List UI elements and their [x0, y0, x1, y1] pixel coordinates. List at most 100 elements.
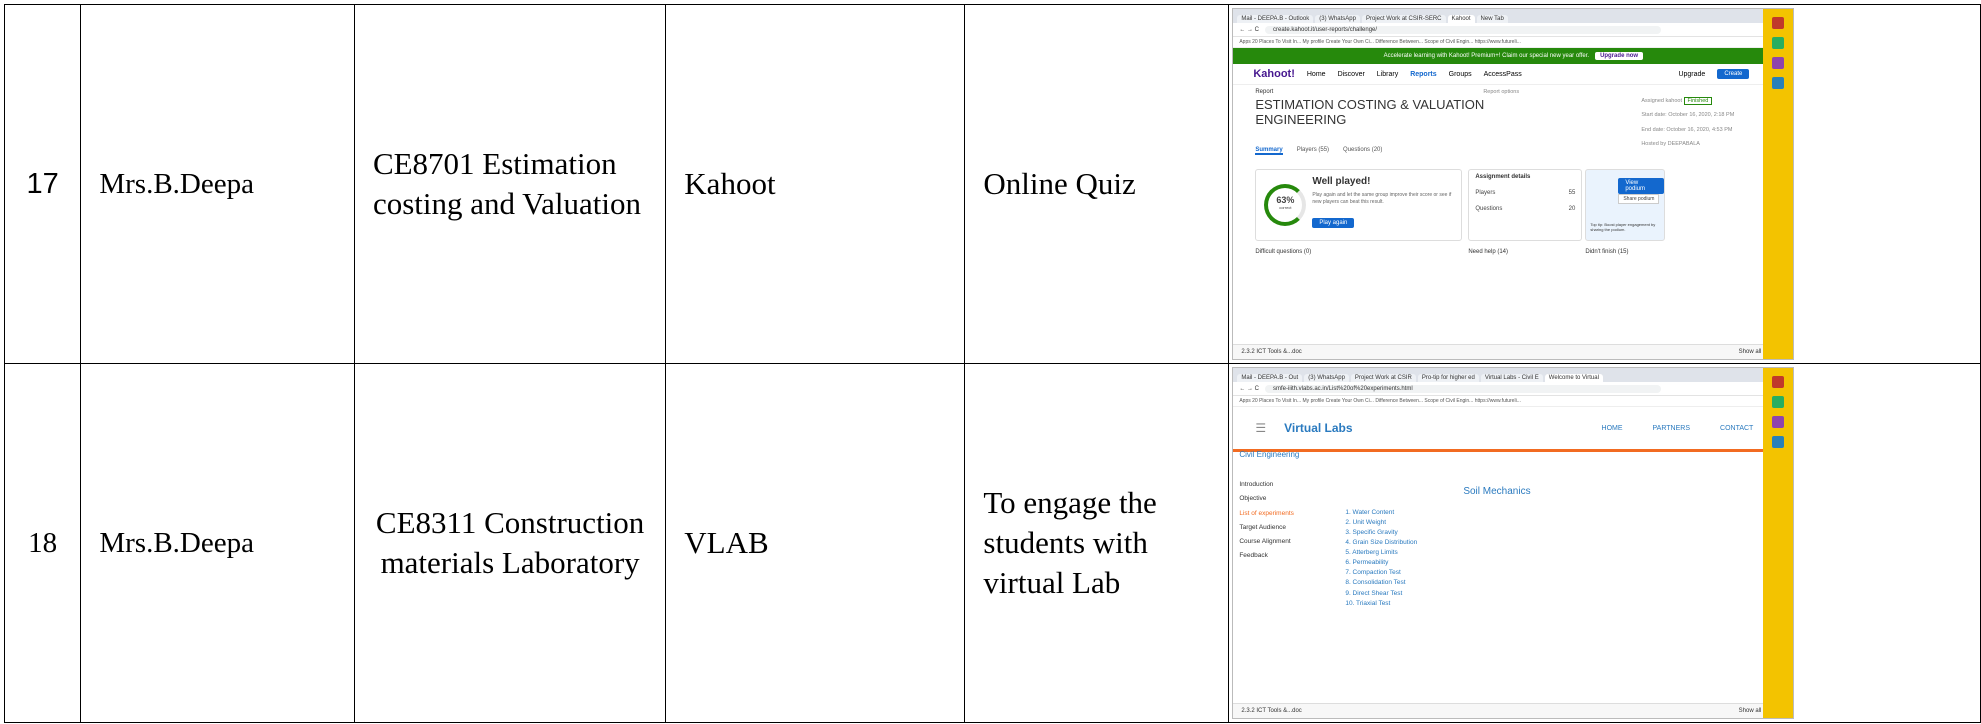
nav-groups: Groups	[1448, 70, 1472, 78]
tab-summary: Summary	[1255, 147, 1283, 155]
nav-home: Home	[1306, 70, 1326, 78]
app-icon	[1772, 77, 1785, 89]
play-again-button: Play again	[1312, 218, 1355, 228]
method: To engage the students with virtual Lab	[964, 363, 1230, 723]
lab-heading: Soil Mechanics	[1463, 486, 1531, 497]
browser-tab: Project Work at CSIR	[1350, 374, 1416, 382]
menu-item: Introduction	[1239, 481, 1274, 488]
end-date: End date: October 16, 2020, 4:53 PM	[1641, 126, 1733, 133]
nav-partners: PARTNERS	[1652, 424, 1691, 432]
download-file: 2.3.2 ICT Tools &...doc	[1241, 349, 1302, 355]
nav-library: Library	[1376, 70, 1399, 78]
app-icon	[1772, 376, 1785, 388]
report-label: Report	[1255, 89, 1274, 95]
faculty-name: Mrs.B.Deepa	[80, 363, 355, 723]
course-name: CE8701 Estimation costing and Valuation	[353, 4, 667, 364]
course-name: CE8311 Construction materials Laboratory	[353, 363, 667, 723]
view-podium-button: View podium	[1618, 178, 1665, 194]
difficult-questions: Difficult questions (0)	[1255, 249, 1312, 255]
browser-tab: (3) WhatsApp	[1315, 15, 1360, 23]
browser-tab: Virtual Labs - Civil E	[1480, 374, 1543, 382]
browser-tab: New Tab	[1476, 15, 1508, 23]
summary-card: 63% correct Well played! Play again and …	[1255, 169, 1463, 241]
report-title: ESTIMATION COSTING & VALUATION ENGINEERI…	[1255, 97, 1485, 127]
menu-item: Objective	[1239, 495, 1267, 503]
browser-tab: (3) WhatsApp	[1304, 374, 1349, 382]
table-row: 18 Mrs.B.Deepa CE8311 Construction mater…	[3, 363, 1981, 723]
ict-tools-table: 17 Mrs.B.Deepa CE8701 Estimation costing…	[3, 4, 1981, 723]
nav-accesspass: AccessPass	[1483, 70, 1522, 78]
list-item: 5. Atterberg Limits	[1345, 549, 1398, 557]
show-all-link: Show all	[1738, 708, 1762, 714]
serial-number: 18	[3, 363, 82, 723]
tab-questions: Questions (20)	[1343, 147, 1383, 153]
bookmarks-bar: Apps 20 Places To Visit In... My profile…	[1233, 37, 1794, 48]
list-item: 6. Permeability	[1345, 559, 1389, 567]
nav-discover: Discover	[1337, 70, 1365, 78]
create-button: Create	[1717, 69, 1750, 79]
address-bar: ← → C create.kahoot.it/user-reports/chal…	[1233, 23, 1794, 37]
nav-arrows-icon: ← → C	[1239, 385, 1259, 392]
nav-contact: CONTACT	[1720, 424, 1754, 432]
browser-tabs: Mail - DEEPA.B - Out (3) WhatsApp Projec…	[1233, 368, 1794, 382]
url-field: smfe-iiith.vlabs.ac.in/List%20of%20exper…	[1265, 384, 1661, 393]
taskbar-side	[1763, 9, 1794, 359]
list-item: 2. Unit Weight	[1345, 519, 1387, 527]
vlab-header: ☰ Virtual Labs HOME PARTNERS CONTACT	[1233, 407, 1794, 452]
app-icon	[1772, 396, 1785, 408]
list-item: 4. Grain Size Distribution	[1345, 539, 1418, 547]
nav-reports: Reports	[1410, 70, 1437, 78]
list-item: 3. Specific Gravity	[1345, 529, 1398, 537]
show-all-link: Show all	[1738, 349, 1762, 355]
menu-item: Feedback	[1239, 552, 1268, 560]
menu-item: Target Audience	[1239, 523, 1286, 531]
screenshot-cell: Mail - DEEPA.B - Outlook (3) WhatsApp Pr…	[1228, 4, 1981, 364]
browser-tab: Project Work at CSIR-SERC	[1361, 15, 1446, 23]
browser-tab: Pro-tip for higher ed	[1417, 374, 1479, 382]
kahoot-screenshot: Mail - DEEPA.B - Outlook (3) WhatsApp Pr…	[1232, 8, 1795, 360]
vlab-logo: Virtual Labs	[1284, 421, 1353, 435]
app-icon	[1772, 17, 1785, 29]
share-podium-button: Share podium	[1618, 194, 1660, 204]
kahoot-nav: Kahoot! Home Discover Library Reports Gr…	[1233, 64, 1794, 85]
app-icon	[1772, 416, 1785, 428]
list-item: 7. Compaction Test	[1345, 569, 1401, 577]
hamburger-icon: ☰	[1255, 421, 1267, 435]
promo-banner: Accelerate learning with Kahoot! Premium…	[1233, 48, 1794, 64]
ict-tool: VLAB	[665, 363, 966, 723]
report-options: Report options	[1483, 89, 1520, 95]
assignment-card: Assignment details Players 55 Questions 20	[1468, 169, 1583, 241]
menu-item: List of experiments	[1239, 509, 1294, 517]
list-item: 9. Direct Shear Test	[1345, 589, 1403, 597]
taskbar-side	[1763, 368, 1794, 718]
address-bar: ← → C smfe-iiith.vlabs.ac.in/List%20of%2…	[1233, 382, 1794, 396]
report-meta: Assigned kahoot Finished Start date: Oct…	[1641, 94, 1751, 151]
browser-tabs: Mail - DEEPA.B - Outlook (3) WhatsApp Pr…	[1233, 9, 1794, 23]
download-file: 2.3.2 ICT Tools &...doc	[1241, 708, 1302, 714]
start-date: Start date: October 16, 2020, 2:18 PM	[1641, 112, 1735, 119]
upgrade-link: Upgrade	[1678, 70, 1706, 78]
app-icon	[1772, 37, 1785, 49]
need-help: Need help (14)	[1468, 249, 1509, 255]
table-row: 17 Mrs.B.Deepa CE8701 Estimation costing…	[3, 4, 1981, 364]
hosted-by: Hosted by DEEPABALA	[1641, 140, 1700, 147]
well-text: Play again and let the same group improv…	[1312, 192, 1452, 205]
method: Online Quiz	[964, 4, 1230, 364]
faculty-name: Mrs.B.Deepa	[80, 4, 355, 364]
upgrade-now-button: Upgrade now	[1595, 52, 1644, 60]
tab-players: Players (55)	[1296, 147, 1330, 153]
vlab-screenshot: Mail - DEEPA.B - Out (3) WhatsApp Projec…	[1232, 367, 1795, 719]
vlab-nav: HOME PARTNERS CONTACT	[1602, 425, 1754, 432]
download-bar: 2.3.2 ICT Tools &...doc Show all	[1233, 344, 1794, 359]
discipline-title: Civil Engineering	[1239, 450, 1300, 459]
screenshot-cell: Mail - DEEPA.B - Out (3) WhatsApp Projec…	[1228, 363, 1981, 723]
assigned-kahoot: Assigned kahoot Finished	[1641, 94, 1751, 108]
top-tip: Top tip: Boost player engagement by shar…	[1590, 222, 1656, 232]
kahoot-logo: Kahoot!	[1253, 68, 1295, 80]
browser-tab: Mail - DEEPA.B - Outlook	[1237, 15, 1314, 23]
vlab-menu: Introduction Objective List of experimen…	[1239, 478, 1294, 564]
report-tabs: Summary Players (55) Questions (20)	[1255, 147, 1382, 155]
banner-text: Accelerate learning with Kahoot! Premium…	[1383, 53, 1590, 59]
browser-tab: Mail - DEEPA.B - Out	[1237, 374, 1303, 382]
didnt-finish: Didn't finish (15)	[1585, 249, 1629, 255]
